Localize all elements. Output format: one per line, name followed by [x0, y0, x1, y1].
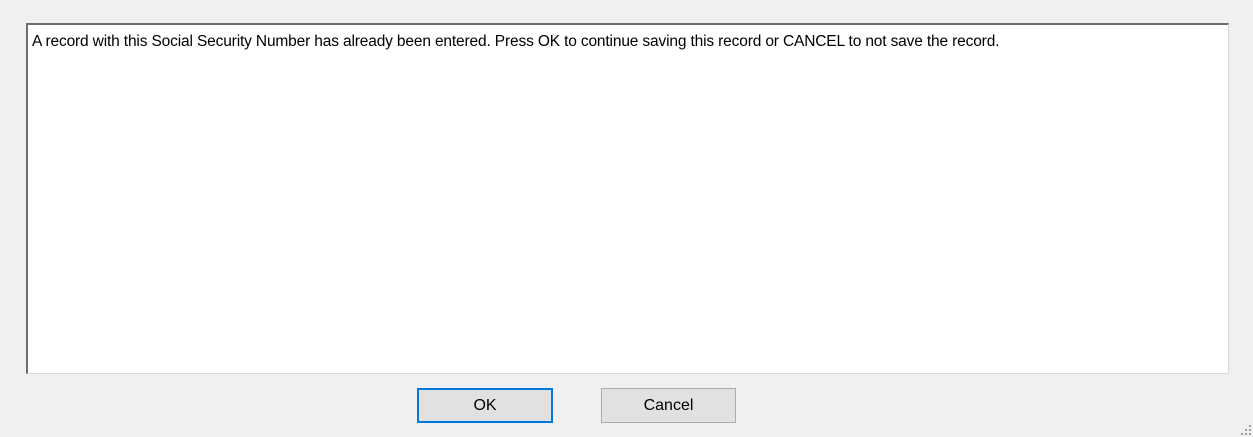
ok-button[interactable]: OK — [417, 388, 553, 423]
message-textbox[interactable]: A record with this Social Security Numbe… — [26, 23, 1229, 374]
cancel-button[interactable]: Cancel — [601, 388, 736, 423]
message-text: A record with this Social Security Numbe… — [32, 33, 1000, 50]
resize-grip-icon[interactable] — [1239, 423, 1251, 435]
